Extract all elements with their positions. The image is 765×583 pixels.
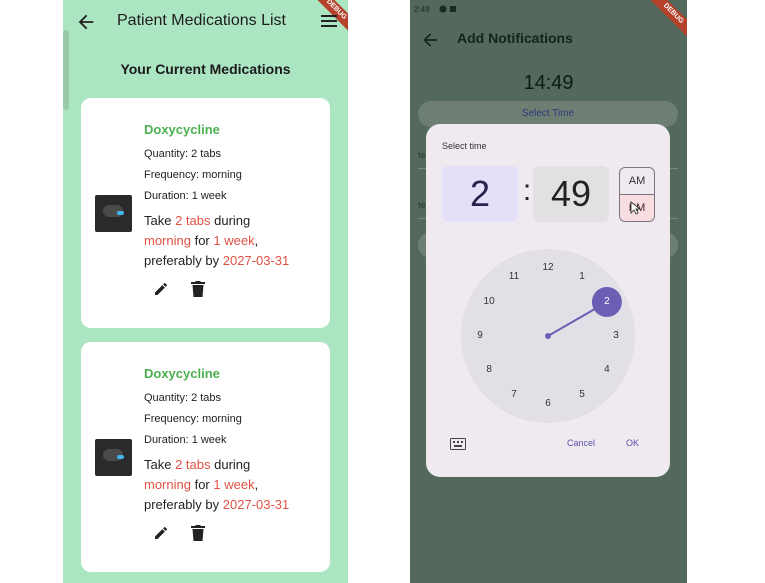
dial-number-7[interactable]: 7: [504, 388, 524, 402]
clock-dial[interactable]: 12 1 2 3 4 5 6 7 8 9 10 11: [461, 249, 635, 423]
app-bar: Patient Medications List: [63, 0, 348, 44]
add-notifications-screen: 2:49 DEBUG Add Notifications 14:49 Selec…: [410, 0, 687, 583]
hour-field[interactable]: 2: [442, 166, 518, 222]
dial-number-11[interactable]: 11: [504, 270, 524, 284]
instruction-text: preferably by: [144, 253, 223, 268]
medication-image: [95, 439, 132, 476]
mouse-cursor-icon: [630, 201, 640, 215]
time-picker-dialog: Select time 2 : 49 AM PM 121234567891011…: [426, 124, 670, 477]
am-button[interactable]: AM: [620, 168, 654, 195]
medication-duration: Duration: 1 week: [144, 434, 227, 446]
back-arrow-icon[interactable]: [75, 11, 97, 33]
instruction-text: Take: [144, 213, 176, 228]
section-heading: Your Current Medications: [120, 61, 291, 77]
instruction-text: during: [210, 457, 251, 472]
dial-number-6[interactable]: 6: [538, 397, 558, 411]
medication-duration: Duration: 1 week: [144, 190, 227, 202]
page-title: Patient Medications List: [117, 12, 286, 29]
text-field-value: te: [418, 200, 426, 210]
pencil-icon[interactable]: [153, 281, 169, 297]
instruction-text: ,: [254, 477, 259, 492]
instruction-period: 1 week: [213, 477, 255, 492]
menu-icon[interactable]: [321, 14, 337, 28]
dial-number-3[interactable]: 3: [606, 329, 626, 343]
pencil-icon[interactable]: [153, 525, 169, 541]
instruction-text: during: [210, 213, 251, 228]
medication-card: Doxycycline Quantity: 2 tabs Frequency: …: [81, 98, 330, 328]
dial-number-5[interactable]: 5: [572, 388, 592, 402]
medication-quantity: Quantity: 2 tabs: [144, 392, 222, 404]
status-icons: [439, 5, 456, 13]
time-separator: :: [522, 174, 532, 207]
instruction-text: for: [190, 233, 214, 248]
medication-name: Doxycycline: [144, 366, 220, 381]
dial-number-12[interactable]: 12: [538, 261, 558, 275]
medication-quantity: Quantity: 2 tabs: [144, 148, 222, 160]
instruction-period: 1 week: [213, 233, 255, 248]
page-title: Add Notifications: [457, 30, 573, 46]
cancel-button[interactable]: Cancel: [567, 438, 595, 448]
instruction-date: 2027-03-31: [222, 253, 290, 268]
instruction-date: 2027-03-31: [222, 497, 290, 512]
back-arrow-icon[interactable]: [420, 30, 440, 50]
instruction-time: morning: [144, 477, 191, 492]
instruction-text: ,: [254, 233, 259, 248]
dial-number-9[interactable]: 9: [470, 329, 490, 343]
medication-frequency: Frequency: morning: [144, 169, 242, 181]
status-time: 2:49: [414, 5, 430, 14]
dial-number-10[interactable]: 10: [479, 295, 499, 309]
medication-name: Doxycycline: [144, 122, 220, 137]
screenshot-stage: DEBUG Patient Medications List Your Curr…: [0, 0, 765, 583]
text-field-value: te: [418, 150, 426, 160]
medication-card: Doxycycline Quantity: 2 tabs Frequency: …: [81, 342, 330, 572]
minute-field[interactable]: 49: [533, 166, 609, 222]
trash-icon[interactable]: [191, 525, 205, 541]
patient-medications-screen: DEBUG Patient Medications List Your Curr…: [63, 0, 348, 583]
instruction-text: for: [190, 477, 214, 492]
medication-instructions: Take 2 tabs during morning for 1 week, p…: [144, 455, 324, 515]
dial-number-1[interactable]: 1: [572, 270, 592, 284]
instruction-text: preferably by: [144, 497, 223, 512]
selected-time-display: 14:49: [523, 72, 574, 94]
instruction-text: Take: [144, 457, 176, 472]
app-bar: Add Notifications: [410, 24, 687, 56]
dial-number-8[interactable]: 8: [479, 363, 499, 377]
medication-instructions: Take 2 tabs during morning for 1 week, p…: [144, 211, 324, 271]
instruction-dose: 2 tabs: [175, 457, 211, 472]
keyboard-icon[interactable]: [450, 438, 466, 450]
medication-frequency: Frequency: morning: [144, 413, 242, 425]
medication-image: [95, 195, 132, 232]
dial-number-2[interactable]: 2: [597, 295, 617, 309]
instruction-dose: 2 tabs: [175, 213, 211, 228]
ok-button[interactable]: OK: [626, 438, 639, 448]
instruction-time: morning: [144, 233, 191, 248]
trash-icon[interactable]: [191, 281, 205, 297]
dial-number-4[interactable]: 4: [597, 363, 617, 377]
dialog-label: Select time: [442, 141, 487, 151]
status-bar: 2:49: [410, 0, 687, 18]
